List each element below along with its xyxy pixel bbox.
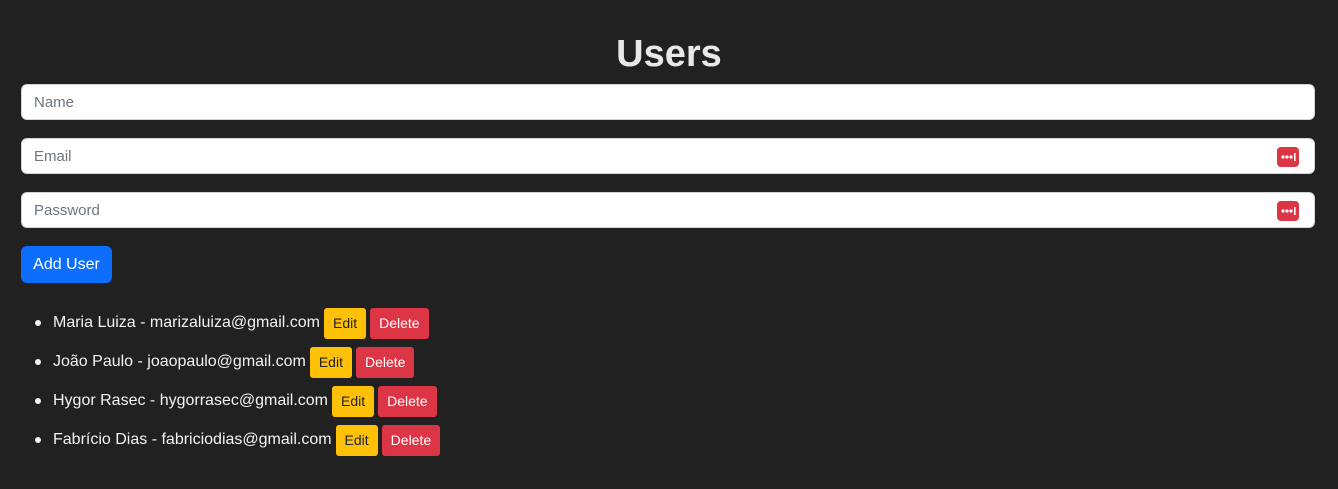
list-item: João Paulo - joaopaulo@gmail.com Edit De…	[21, 346, 440, 378]
bullet-icon	[35, 437, 41, 443]
user-info: Fabrício Dias - fabriciodias@gmail.com	[53, 431, 332, 448]
delete-button[interactable]: Delete	[355, 346, 415, 378]
users-page: Users Add User Mari	[0, 0, 1338, 489]
add-user-button[interactable]: Add User	[21, 246, 112, 283]
email-field-wrapper	[21, 138, 1315, 174]
user-info: João Paulo - joaopaulo@gmail.com	[53, 353, 306, 370]
list-item: Maria Luiza - marizaluiza@gmail.com Edit…	[21, 307, 440, 339]
list-item: Hygor Rasec - hygorrasec@gmail.com Edit …	[21, 385, 440, 417]
name-field-wrapper	[21, 84, 1315, 120]
email-input[interactable]	[22, 139, 1314, 173]
edit-button[interactable]: Edit	[335, 424, 378, 456]
bullet-icon	[35, 320, 41, 326]
list-item: Fabrício Dias - fabriciodias@gmail.com E…	[21, 424, 441, 456]
delete-button[interactable]: Delete	[381, 424, 441, 456]
delete-button[interactable]: Delete	[378, 385, 437, 417]
user-info: Hygor Rasec - hygorrasec@gmail.com	[53, 392, 328, 409]
password-manager-icon[interactable]	[1277, 201, 1299, 221]
bullet-icon	[35, 398, 41, 404]
user-list: Maria Luiza - marizaluiza@gmail.com Edit…	[21, 307, 441, 463]
page-title: Users	[616, 33, 722, 75]
delete-button[interactable]: Delete	[370, 307, 429, 339]
bullet-icon	[35, 359, 41, 365]
name-input[interactable]	[22, 85, 1314, 119]
edit-button[interactable]: Edit	[309, 346, 352, 378]
user-info: Maria Luiza - marizaluiza@gmail.com	[53, 314, 320, 331]
edit-button[interactable]: Edit	[323, 307, 367, 339]
password-field-wrapper	[21, 192, 1315, 228]
edit-button[interactable]: Edit	[332, 385, 375, 417]
password-input[interactable]	[22, 193, 1314, 227]
password-manager-icon[interactable]	[1277, 147, 1299, 167]
